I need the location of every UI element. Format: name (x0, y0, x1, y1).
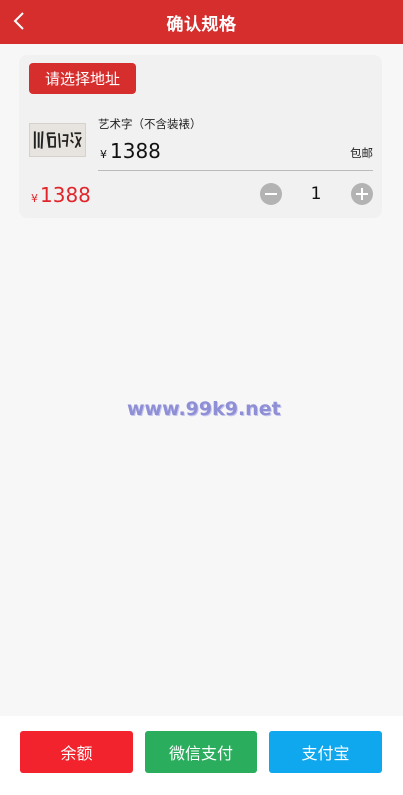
alipay-button[interactable]: 支付宝 (269, 731, 382, 773)
payment-bar: 余额 微信支付 支付宝 (0, 716, 403, 795)
minus-icon[interactable] (260, 183, 282, 205)
calligraphy-image (30, 124, 85, 156)
product-price: ¥ 1388 (100, 139, 161, 163)
quantity-value[interactable]: 1 (294, 183, 338, 205)
product-thumbnail (29, 123, 86, 157)
order-card: 请选择地址 艺术字（不含装裱） ¥ 1388 包邮 ¥ 1388 1 (19, 55, 382, 218)
total-currency: ¥ (31, 192, 38, 205)
total-value: 1388 (40, 183, 91, 207)
select-address-button[interactable]: 请选择地址 (29, 63, 136, 94)
shipping-label: 包邮 (350, 146, 373, 160)
balance-pay-button[interactable]: 余额 (20, 731, 133, 773)
divider (98, 170, 373, 171)
watermark: www.99k9.net (127, 398, 281, 420)
plus-icon[interactable] (351, 183, 373, 205)
price-currency: ¥ (100, 148, 107, 161)
price-value: 1388 (110, 139, 161, 163)
product-name: 艺术字（不含装裱） (98, 117, 202, 131)
page-title: 确认规格 (166, 14, 237, 35)
confirm-spec-page: 确认规格 请选择地址 艺术字（不含装裱） ¥ 1388 包邮 ¥ 1388 1 … (0, 0, 403, 795)
wechat-pay-button[interactable]: 微信支付 (145, 731, 257, 773)
chevron-left-icon[interactable] (9, 10, 31, 32)
quantity-stepper: 1 (260, 183, 375, 205)
top-header: 确认规格 (0, 0, 403, 44)
total-price: ¥ 1388 (31, 183, 91, 207)
